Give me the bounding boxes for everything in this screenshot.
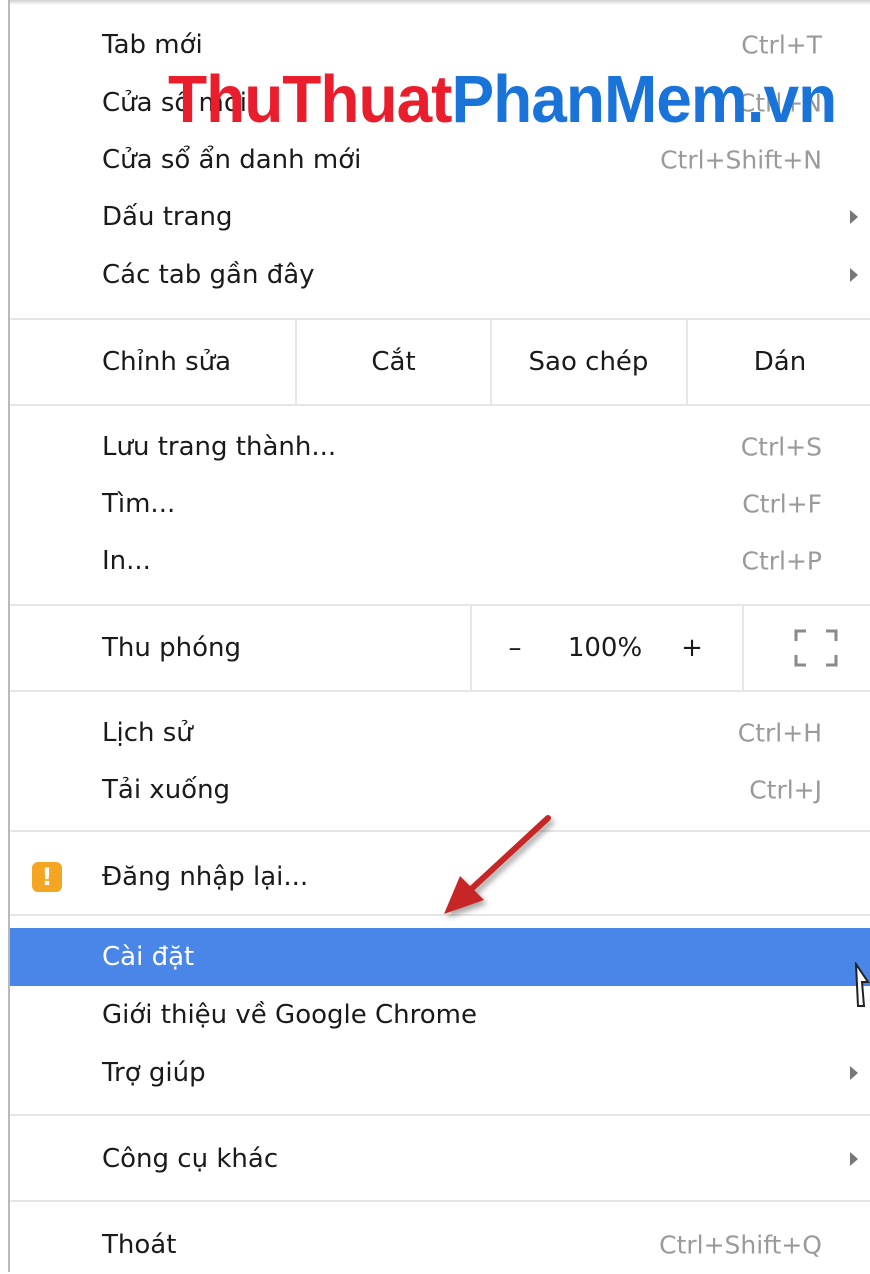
submenu-arrow-icon [850,210,858,224]
menu-item-label: Tab mới [102,30,203,60]
zoom-level: 100% [567,633,643,663]
menu-item-bookmarks[interactable]: Dấu trang [10,188,870,246]
cell-divider [470,606,472,690]
menu-item-label: Tìm... [102,489,176,519]
menu-item-label: Thoát [102,1230,177,1260]
menu-item-incognito[interactable]: Cửa sổ ẩn danh mới Ctrl+Shift+N [10,131,870,189]
menu-item-label: Công cụ khác [102,1144,279,1174]
menu-item-shortcut: Ctrl+H [737,718,822,748]
submenu-arrow-icon [850,1066,858,1080]
menu-item-label: Các tab gần đây [102,260,315,290]
menu-item-exit[interactable]: Thoát Ctrl+Shift+Q [10,1216,870,1274]
menu-item-help[interactable]: Trợ giúp [10,1044,870,1102]
menu-row-zoom: Thu phóng – 100% + [10,606,870,690]
menu-item-label: Dấu trang [102,202,233,232]
watermark-part2: PhanMem.vn [451,61,837,137]
menu-item-shortcut: Ctrl+P [741,546,822,576]
menu-item-label: Đăng nhập lại... [102,862,309,892]
zoom-out-button[interactable]: – [480,606,550,690]
menu-item-about[interactable]: Giới thiệu về Google Chrome [10,986,870,1044]
menu-item-print[interactable]: In... Ctrl+P [10,532,870,590]
menu-item-label: Cài đặt [102,942,195,972]
menu-item-settings[interactable]: Cài đặt [10,928,870,986]
menu-item-label: Giới thiệu về Google Chrome [102,1000,477,1030]
menu-separator [10,1200,870,1202]
menu-item-history[interactable]: Lịch sử Ctrl+H [10,704,870,762]
menu-item-more-tools[interactable]: Công cụ khác [10,1130,870,1188]
chrome-main-menu: Tab mới Ctrl+T Cửa sổ mới Ctrl+N Cửa sổ … [8,0,870,1272]
zoom-in-button[interactable]: + [660,606,724,690]
menu-separator [10,404,870,406]
fullscreen-icon[interactable] [794,629,838,667]
menu-item-label: Lưu trang thành... [102,432,337,462]
menu-row-edit: Chỉnh sửa Cắt Sao chép Dán [10,320,870,404]
cut-button[interactable]: Cắt [297,320,490,404]
watermark-part1: ThuThuat [168,61,452,137]
menu-item-shortcut: Ctrl+Shift+N [660,145,822,175]
menu-item-shortcut: Ctrl+S [740,432,822,462]
menu-item-shortcut: Ctrl+Shift+Q [659,1230,822,1260]
watermark-logo: ThuThuatPhanMem.vn [168,60,837,138]
submenu-arrow-icon [850,268,858,282]
menu-item-shortcut: Ctrl+F [742,489,822,519]
cell-divider [742,606,744,690]
menu-item-label: Lịch sử [102,718,193,748]
copy-button[interactable]: Sao chép [492,320,685,404]
menu-item-find[interactable]: Tìm... Ctrl+F [10,475,870,533]
menu-separator [10,1114,870,1116]
zoom-label: Thu phóng [102,633,241,663]
paste-button[interactable]: Dán [688,320,870,404]
mouse-cursor-icon [854,962,870,1007]
submenu-arrow-icon [850,1152,858,1166]
menu-item-shortcut: Ctrl+J [749,775,822,805]
annotation-arrow-icon [444,815,551,914]
menu-item-label: Tải xuống [102,775,231,805]
menu-item-shortcut: Ctrl+T [741,30,822,60]
menu-item-label: Cửa sổ ẩn danh mới [102,145,362,175]
menu-item-label: In... [102,546,151,576]
menu-item-recent-tabs[interactable]: Các tab gần đây [10,246,870,304]
menu-item-label: Trợ giúp [102,1058,206,1088]
menu-item-save-page[interactable]: Lưu trang thành... Ctrl+S [10,418,870,476]
warning-icon: ! [32,862,62,892]
menu-separator [10,690,870,692]
edit-label: Chỉnh sửa [102,347,232,377]
